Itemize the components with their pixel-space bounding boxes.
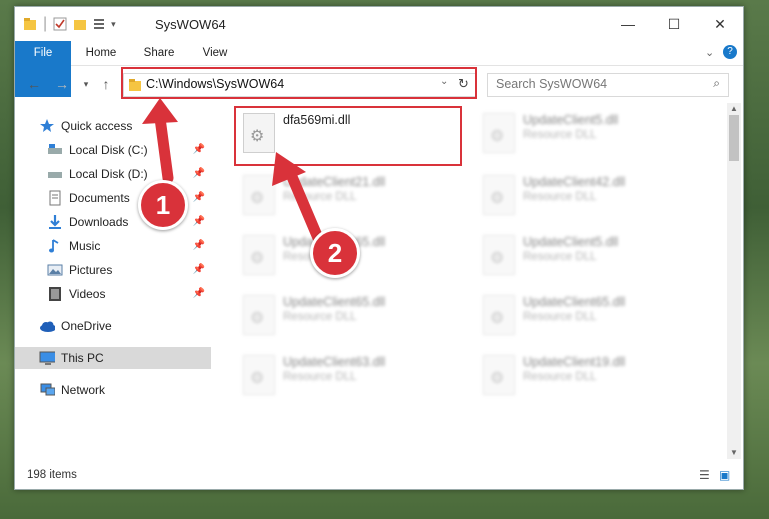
arrow-one-head (142, 98, 178, 124)
annotation-arrows (142, 98, 324, 244)
step-badge-2: 2 (310, 228, 360, 278)
arrow-two (284, 166, 324, 244)
step-badge-1: 1 (138, 180, 188, 230)
arrow-one (154, 112, 174, 184)
